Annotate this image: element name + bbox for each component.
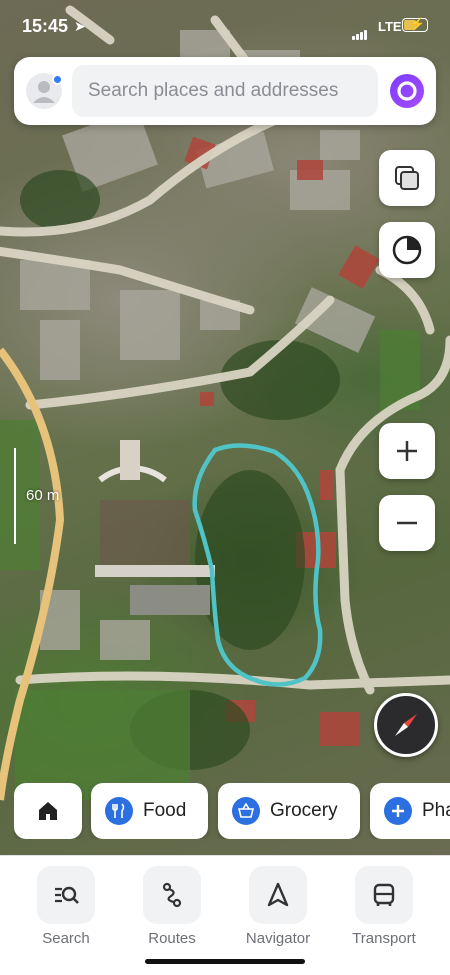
zoom-out-button[interactable] [379, 495, 435, 551]
home-indicator [145, 959, 305, 964]
bus-icon [355, 866, 413, 924]
signal-icon [352, 22, 368, 40]
route-icon [143, 866, 201, 924]
chip-home[interactable] [14, 783, 82, 839]
map-mode-button[interactable] [379, 222, 435, 278]
battery-icon: ⚡ [402, 17, 428, 32]
chip-label: Pha [422, 800, 450, 821]
assistant-icon [397, 81, 417, 101]
nav-routes[interactable]: Routes [122, 866, 222, 947]
nav-label: Navigator [245, 930, 311, 947]
category-chips: Food Grocery Pha [14, 783, 450, 839]
basket-icon [232, 797, 260, 825]
search-list-icon [37, 866, 95, 924]
nav-search[interactable]: Search [16, 866, 116, 947]
plus-icon [384, 797, 412, 825]
voice-assistant-button[interactable] [390, 74, 424, 108]
nav-navigator[interactable]: Navigator [228, 866, 328, 947]
bottom-nav: Search Routes Navigator Transport [0, 855, 450, 975]
scale-bar [14, 448, 16, 544]
plus-icon [397, 441, 417, 461]
nav-label: Routes [148, 930, 196, 947]
chip-label: Grocery [270, 800, 338, 821]
scale-label: 60 m [26, 487, 60, 504]
location-arrow-icon: ➤ [74, 18, 86, 34]
fork-knife-icon [105, 797, 133, 825]
compass-icon [395, 714, 417, 736]
nav-label: Transport [352, 930, 416, 947]
layers-icon [395, 166, 419, 190]
notification-dot [52, 74, 63, 85]
minus-icon [397, 521, 417, 525]
status-bar: 15:45 ➤ LTE ⚡ [0, 0, 450, 50]
search-card [14, 57, 436, 125]
chip-food[interactable]: Food [91, 783, 208, 839]
chip-pharmacy[interactable]: Pha [370, 783, 450, 839]
compass-button[interactable] [374, 693, 438, 757]
layers-button[interactable] [379, 150, 435, 206]
nav-transport[interactable]: Transport [334, 866, 434, 947]
nav-label: Search [42, 930, 90, 947]
chip-grocery[interactable]: Grocery [218, 783, 360, 839]
search-input[interactable] [72, 65, 378, 117]
chip-label: Food [143, 800, 187, 821]
home-icon [39, 802, 57, 820]
network-label: LTE [378, 19, 402, 34]
circle-mode-icon [392, 235, 422, 265]
status-time: 15:45 [22, 16, 69, 36]
zoom-in-button[interactable] [379, 423, 435, 479]
navigation-arrow-icon [249, 866, 307, 924]
profile-button[interactable] [26, 73, 63, 109]
